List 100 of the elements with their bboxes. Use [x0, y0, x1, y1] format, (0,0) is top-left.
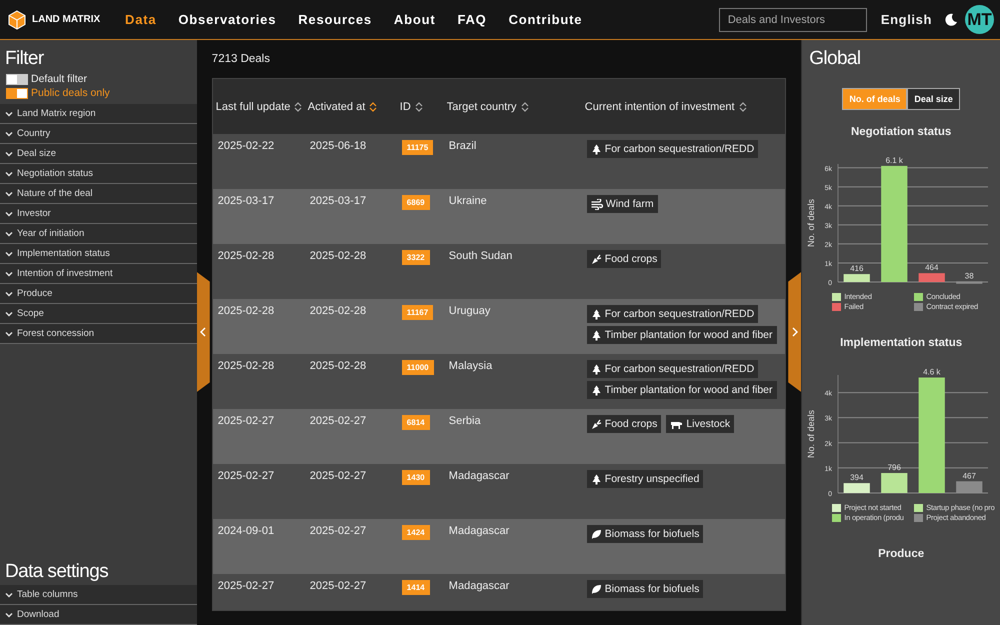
sort-icon[interactable] [738, 102, 747, 112]
chevron-down-icon [5, 230, 13, 236]
table-cell-text: 2025-02-27 [216, 414, 276, 429]
column-header[interactable]: Last full update [216, 100, 290, 112]
bar-value-label: 4.6 k [923, 368, 941, 376]
filter-section[interactable]: Intention of investment [0, 264, 197, 284]
intention-tag: Timber plantation for wood and fiber [586, 326, 776, 344]
toggle-switch[interactable] [6, 88, 28, 98]
intention-tag: Food crops [586, 415, 662, 433]
column-header[interactable]: Current intention of investment [584, 100, 735, 112]
bar-value-label: 6.1 k [886, 156, 904, 165]
tree-icon [590, 330, 602, 340]
nav-link[interactable]: Observatories [167, 12, 288, 27]
carrot-icon [590, 418, 602, 430]
settings-section[interactable]: Download [0, 605, 197, 625]
language-selector[interactable]: English [880, 12, 932, 27]
filter-section-label: Land Matrix region [17, 108, 96, 119]
global-title: Global [808, 47, 862, 70]
filter-section[interactable]: Negotiation status [0, 164, 197, 184]
chevron-right-icon [792, 327, 798, 337]
logo-text[interactable]: LAND MATRIX [32, 14, 100, 25]
filter-section-label: Forest concession [17, 328, 94, 339]
chevron-down-icon [5, 130, 13, 136]
bar-value-label: 467 [962, 471, 976, 480]
y-axis-label: No. of deals [806, 198, 816, 248]
filter-section-label: Implementation status [17, 248, 110, 259]
table-cell-text: South Sudan [448, 249, 514, 264]
chart-title: Negotiation status [850, 126, 952, 138]
intention-tag: For carbon sequestration/REDD [586, 140, 758, 158]
filter-section[interactable]: Scope [0, 304, 197, 324]
leaf-icon [590, 584, 602, 594]
chevron-down-icon [5, 310, 13, 316]
filter-section[interactable]: Land Matrix region [0, 104, 197, 124]
intention-tag: For carbon sequestration/REDD [586, 305, 758, 323]
toggle-label: Default filter [31, 73, 88, 85]
mode-toggle-button[interactable]: Deal size [907, 88, 960, 110]
column-header[interactable]: ID [400, 100, 411, 112]
filter-section-label: Investor [17, 208, 51, 219]
chevron-down-icon [5, 170, 13, 176]
table-cell-text: 2025-02-28 [308, 304, 368, 319]
leaf-icon [590, 528, 602, 540]
table-cell-text: 2025-02-27 [308, 469, 368, 484]
chevron-down-icon [5, 612, 13, 618]
table-cell-text: 2025-02-28 [308, 249, 368, 264]
table-cell-text: Malaysia [448, 359, 494, 374]
bar-value-label: 38 [965, 271, 974, 280]
bar-value-label: 796 [888, 463, 902, 472]
table-cell-text: 2025-06-18 [308, 139, 368, 154]
filter-section[interactable]: Country [0, 124, 197, 144]
user-avatar[interactable]: MT [965, 5, 994, 34]
sort-icon[interactable] [369, 102, 378, 112]
chart-title: Produce [877, 548, 926, 560]
nav-link[interactable]: Data [114, 12, 168, 27]
filter-section[interactable]: Investor [0, 204, 197, 224]
table-cell-text: 2025-02-27 [308, 524, 368, 539]
filter-section-label: Scope [17, 308, 44, 319]
filter-section-label: Nature of the deal [17, 188, 93, 199]
intention-tag: Timber plantation for wood and fiber [586, 381, 776, 399]
settings-section-label: Download [17, 609, 60, 620]
filter-section[interactable]: Produce [0, 284, 197, 304]
chevron-down-icon [5, 290, 13, 296]
table-cell-text: 2025-02-28 [308, 359, 368, 374]
filter-section[interactable]: Year of initiation [0, 224, 197, 244]
chevron-down-icon [5, 592, 13, 598]
table-cell-text: Ukraine [448, 194, 488, 209]
data-settings-title: Data settings [4, 560, 110, 584]
filter-section[interactable]: Deal size [0, 144, 197, 164]
sort-icon[interactable] [294, 102, 302, 112]
tree-icon [590, 308, 602, 320]
intention-tag: Food crops [586, 250, 662, 268]
sort-icon[interactable] [520, 102, 528, 112]
chevron-down-icon [5, 190, 13, 196]
settings-section[interactable]: Table columns [0, 585, 197, 605]
table-cell-text: 2025-02-28 [216, 359, 276, 374]
filter-section[interactable]: Implementation status [0, 244, 197, 264]
toggle-switch[interactable] [6, 74, 28, 84]
wind-icon [590, 198, 603, 210]
table-cell-text: 2025-02-27 [216, 579, 276, 594]
table-cell-text: 2025-03-17 [308, 194, 368, 209]
column-header[interactable]: Activated at [308, 100, 366, 112]
chevron-left-icon [200, 327, 206, 337]
sort-icon[interactable] [414, 102, 423, 112]
chevron-down-icon [5, 250, 13, 256]
column-header[interactable]: Target country [446, 100, 516, 112]
nav-link[interactable]: Contribute [498, 12, 594, 27]
filter-section-label: Country [17, 128, 50, 139]
bar-value-label: 416 [850, 264, 864, 274]
filter-section-label: Year of initiation [17, 228, 84, 239]
intention-tag: Forestry unspecified [586, 470, 704, 488]
nav-link[interactable]: Resources [287, 12, 383, 27]
filter-section[interactable]: Nature of the deal [0, 184, 197, 204]
moon-icon[interactable] [944, 12, 958, 26]
filter-section[interactable]: Forest concession [0, 324, 197, 344]
nav-link[interactable]: FAQ [446, 12, 498, 27]
search-field[interactable]: Deals and Investors [718, 8, 867, 32]
table-cell-text: 2025-02-22 [216, 139, 276, 154]
nav-link[interactable]: About [382, 12, 446, 27]
chevron-down-icon [5, 330, 13, 336]
intention-tag: Wind farm [586, 195, 658, 213]
table-cell-text: 2025-03-17 [216, 194, 276, 209]
